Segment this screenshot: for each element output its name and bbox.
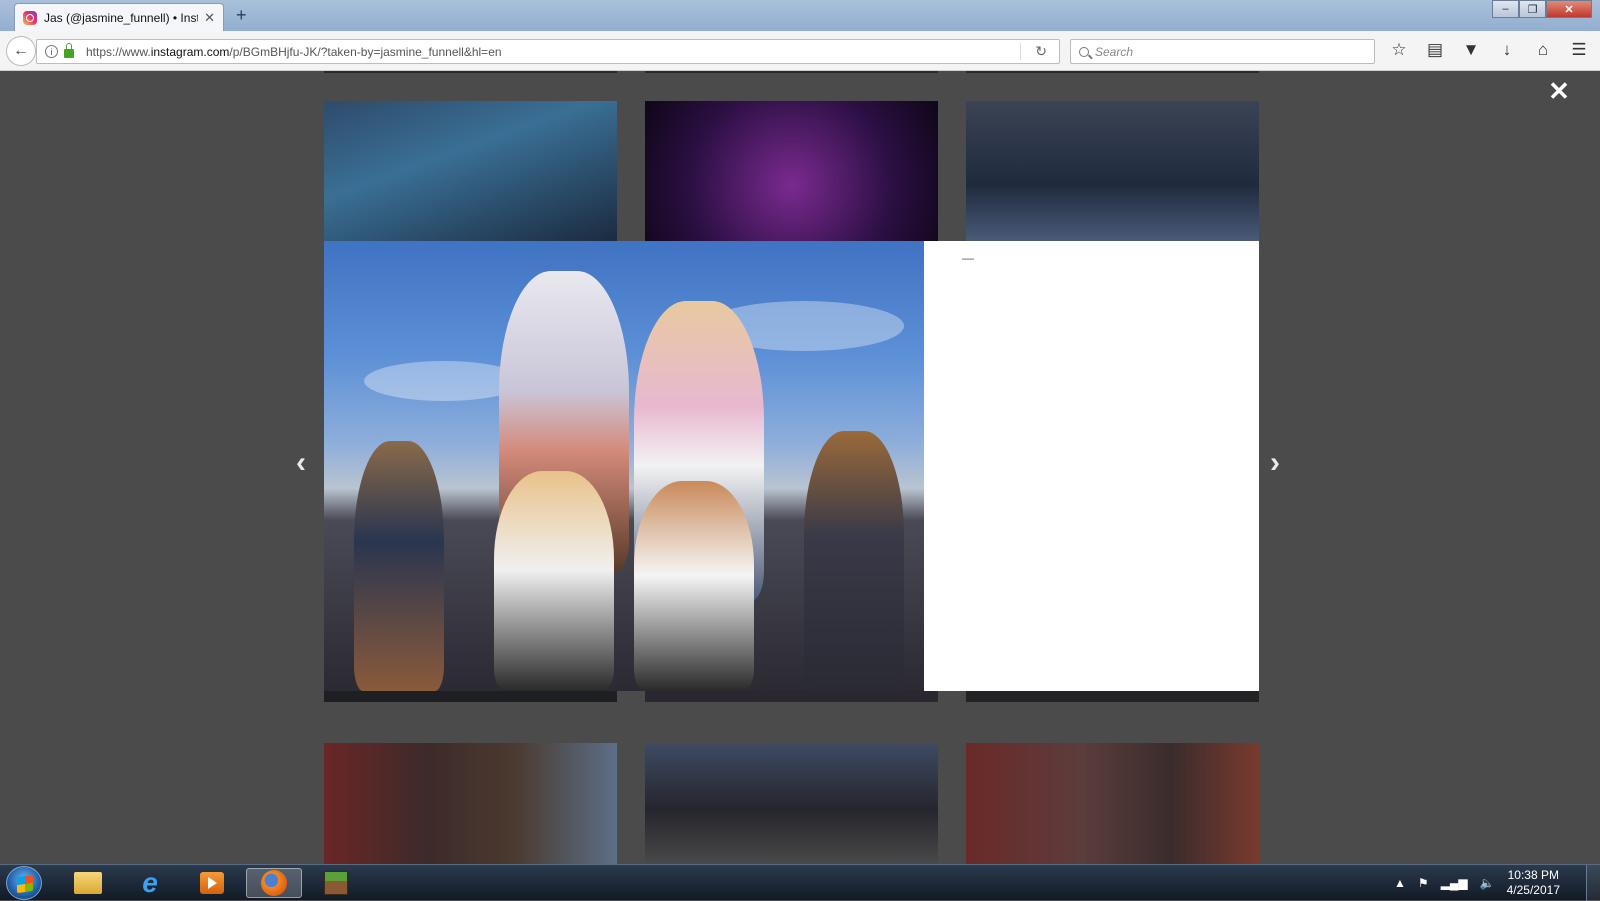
taskbar-firefox[interactable] xyxy=(246,868,302,898)
person-figure xyxy=(804,431,904,691)
show-desktop-button[interactable] xyxy=(1586,865,1600,901)
menu-icon[interactable]: ☰ xyxy=(1568,39,1590,61)
firefox-icon xyxy=(261,870,287,896)
search-bar[interactable]: Search xyxy=(1070,39,1375,64)
internet-explorer-icon: e xyxy=(142,867,158,898)
grid-photo-tile[interactable] xyxy=(966,743,1259,864)
windows-taskbar: e ▲ ⚑ ▂▄▆ 🔈 10:38 PM 4/25/2017 xyxy=(0,864,1600,901)
window-controls: – ❐ ✕ xyxy=(1492,0,1592,18)
person-figure xyxy=(354,441,444,691)
taskbar-internet-explorer[interactable]: e xyxy=(122,868,178,898)
grid-row-edge xyxy=(966,71,1259,73)
start-button[interactable] xyxy=(6,866,42,900)
toolbar-icons: ☆ ▤ ▼ ↓ ⌂ ☰ xyxy=(1388,39,1590,61)
back-button[interactable]: ← xyxy=(6,36,36,66)
info-icon[interactable]: i xyxy=(45,45,58,58)
minimize-button[interactable]: – xyxy=(1492,0,1519,18)
taskbar-clock[interactable]: 10:38 PM 4/25/2017 xyxy=(1507,868,1560,898)
maximize-button[interactable]: ❐ xyxy=(1519,0,1546,18)
close-window-button[interactable]: ✕ xyxy=(1546,0,1592,18)
grid-photo-tile[interactable] xyxy=(324,101,617,241)
back-arrow-icon: ← xyxy=(13,42,29,59)
show-hidden-icons-icon[interactable]: ▲ xyxy=(1394,876,1406,890)
navigation-bar: ← i https://www.instagram.com/p/BGmBHjfu… xyxy=(0,31,1600,71)
search-placeholder: Search xyxy=(1095,44,1134,59)
system-tray: ▲ ⚑ ▂▄▆ 🔈 10:38 PM 4/25/2017 xyxy=(1394,865,1560,901)
taskbar-media-player[interactable] xyxy=(184,868,240,898)
browser-tab[interactable]: Jas (@jasmine_funnell) • Inst ✕ xyxy=(14,3,224,31)
url-text: https://www.instagram.com/p/BGmBHjfu-JK/… xyxy=(86,44,502,59)
modal-close-button[interactable]: ✕ xyxy=(1548,78,1570,104)
taskbar-minecraft[interactable] xyxy=(308,868,364,898)
person-figure xyxy=(634,481,754,691)
person-figure xyxy=(494,471,614,691)
reload-icon[interactable]: ↻ xyxy=(1035,43,1047,60)
new-tab-button[interactable]: + xyxy=(236,5,247,26)
volume-muted-icon[interactable]: 🔈 xyxy=(1480,876,1495,890)
lock-icon xyxy=(64,42,74,58)
download-icon[interactable]: ↓ xyxy=(1496,39,1518,61)
grid-photo-tile[interactable] xyxy=(645,101,938,241)
previous-post-arrow[interactable]: ‹ xyxy=(296,448,306,478)
minecraft-icon xyxy=(324,871,348,895)
tab-title: Jas (@jasmine_funnell) • Inst xyxy=(44,10,199,25)
bookmark-star-icon[interactable]: ☆ xyxy=(1388,39,1410,61)
post-details-panel: — xyxy=(924,241,1259,691)
url-divider xyxy=(1020,43,1021,60)
pocket-icon[interactable]: ▼ xyxy=(1460,39,1482,61)
clock-date: 4/25/2017 xyxy=(1506,883,1560,897)
grid-photo-tile[interactable] xyxy=(324,743,617,864)
action-center-flag-icon[interactable]: ⚑ xyxy=(1418,876,1429,890)
address-bar[interactable]: i https://www.instagram.com/p/BGmBHjfu-J… xyxy=(36,39,1060,64)
page-scrollbar[interactable] xyxy=(1583,71,1600,864)
reading-list-icon[interactable]: ▤ xyxy=(1424,39,1446,61)
tab-bar: Jas (@jasmine_funnell) • Inst ✕ + – ❐ ✕ xyxy=(0,0,1600,31)
grid-photo-tile[interactable] xyxy=(966,101,1259,241)
post-modal: — xyxy=(324,241,1259,691)
taskbar-explorer[interactable] xyxy=(60,868,116,898)
home-icon[interactable]: ⌂ xyxy=(1532,39,1554,61)
instagram-favicon-icon xyxy=(23,10,37,25)
clock-time: 10:38 PM xyxy=(1507,868,1559,882)
grid-row-edge xyxy=(645,71,938,73)
media-player-icon xyxy=(200,872,224,894)
windows-logo-icon xyxy=(17,874,33,894)
network-signal-icon[interactable]: ▂▄▆ xyxy=(1441,876,1468,890)
grid-photo-tile[interactable] xyxy=(645,743,938,864)
grid-row-edge xyxy=(324,71,617,73)
search-icon xyxy=(1079,46,1089,57)
folder-icon xyxy=(74,872,102,894)
tab-close-icon[interactable]: ✕ xyxy=(204,10,215,26)
next-post-arrow[interactable]: › xyxy=(1270,448,1280,478)
post-photo xyxy=(324,241,924,691)
loading-indicator: — xyxy=(962,251,974,265)
